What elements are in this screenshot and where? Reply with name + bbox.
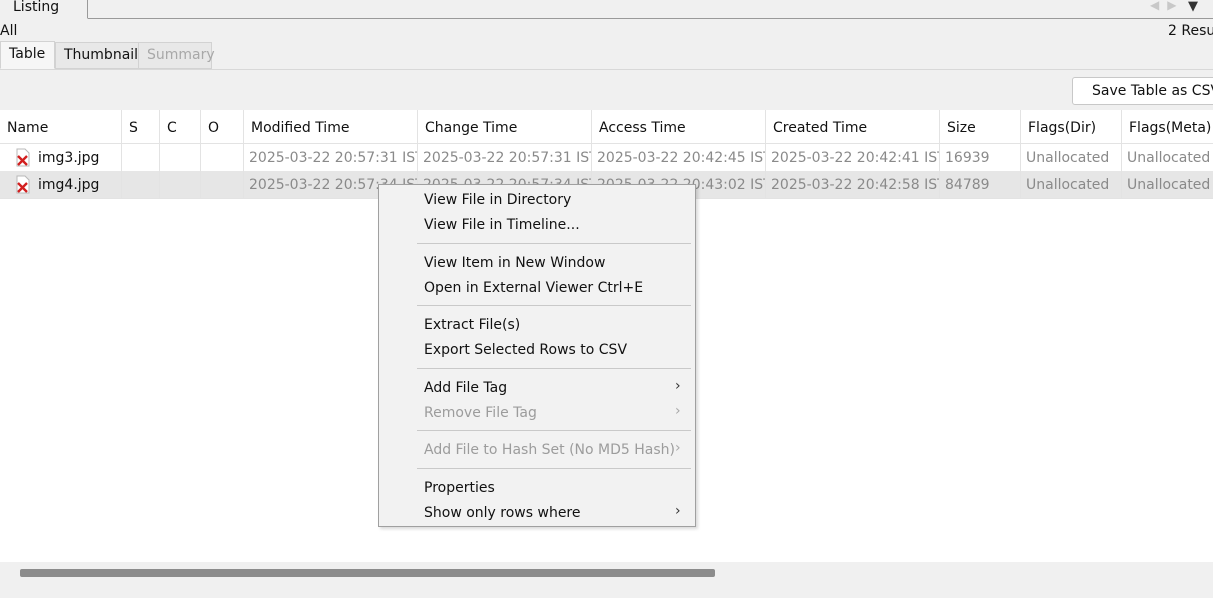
cell-flags-dir: Unallocated <box>1021 171 1122 198</box>
tab-table[interactable]: Table <box>0 41 55 69</box>
cell-created-time: 2025-03-22 20:42:41 IST <box>766 144 940 171</box>
nav-forward-icon[interactable]: ▶ <box>1167 0 1176 12</box>
menu-separator <box>417 243 691 244</box>
menu-separator <box>417 368 691 369</box>
menu-separator <box>417 430 691 431</box>
save-table-csv-button[interactable]: Save Table as CSV <box>1072 77 1213 105</box>
cell-comment <box>160 144 201 171</box>
menu-separator <box>417 305 691 306</box>
submenu-arrow-icon: › <box>675 503 681 519</box>
scrollbar-track <box>0 562 1213 598</box>
menu-separator <box>417 468 691 469</box>
deleted-file-icon <box>16 148 30 167</box>
filter-label: All <box>0 23 18 39</box>
cell-comment <box>160 171 201 198</box>
column-header-created-time[interactable]: Created Time <box>766 110 940 144</box>
tab-summary: Summary <box>138 42 215 69</box>
tab-strip-border <box>88 18 1213 19</box>
menu-item-properties[interactable]: Properties <box>424 480 495 496</box>
file-name: img3.jpg <box>38 150 100 166</box>
cell-flags-meta: Unallocated <box>1122 171 1213 198</box>
tab-listing[interactable]: Listing <box>0 0 88 19</box>
tab-dropdown-icon[interactable]: ▼ <box>1188 0 1198 14</box>
menu-item-remove-file-tag: Remove File Tag <box>424 405 537 421</box>
nav-back-icon[interactable]: ◀ <box>1150 0 1159 12</box>
horizontal-scrollbar-thumb[interactable] <box>20 569 715 577</box>
column-header-score[interactable]: S <box>122 110 160 144</box>
file-name: img4.jpg <box>38 177 100 193</box>
cell-size: 16939 <box>940 144 1021 171</box>
cell-occurrences <box>201 171 244 198</box>
cell-flags-dir: Unallocated <box>1021 144 1122 171</box>
tab-divider <box>0 69 1213 70</box>
cell-score <box>122 171 160 198</box>
column-header-occurrences[interactable]: O <box>201 110 244 144</box>
column-header-access-time[interactable]: Access Time <box>592 110 766 144</box>
cell-size: 84789 <box>940 171 1021 198</box>
menu-item-view-in-new-window[interactable]: View Item in New Window <box>424 255 605 271</box>
column-header-size[interactable]: Size <box>940 110 1021 144</box>
menu-item-add-file-tag[interactable]: Add File Tag <box>424 380 507 396</box>
submenu-arrow-icon: › <box>675 378 681 394</box>
cell-flags-meta: Unallocated <box>1122 144 1213 171</box>
cell-created-time: 2025-03-22 20:42:58 IST <box>766 171 940 198</box>
column-header-flags-dir[interactable]: Flags(Dir) <box>1021 110 1122 144</box>
column-header-modified-time[interactable]: Modified Time <box>244 110 418 144</box>
column-header-change-time[interactable]: Change Time <box>418 110 592 144</box>
cell-access-time: 2025-03-22 20:42:45 IST <box>592 144 766 171</box>
cell-score <box>122 144 160 171</box>
menu-item-export-rows-csv[interactable]: Export Selected Rows to CSV <box>424 342 627 358</box>
menu-item-view-file-in-directory[interactable]: View File in Directory <box>424 192 571 208</box>
menu-item-show-only-rows-where[interactable]: Show only rows where <box>424 505 581 521</box>
table-row[interactable]: img3.jpg 2025-03-22 20:57:31 IST 2025-03… <box>0 144 1213 171</box>
tab-thumbnail[interactable]: Thumbnail <box>55 42 139 69</box>
deleted-file-icon <box>16 175 30 194</box>
menu-item-extract-files[interactable]: Extract File(s) <box>424 317 520 333</box>
column-header-flags-meta[interactable]: Flags(Meta) <box>1122 110 1213 144</box>
menu-item-open-external-viewer[interactable]: Open in External Viewer Ctrl+E <box>424 280 643 296</box>
menu-item-add-to-hash-set: Add File to Hash Set (No MD5 Hash) <box>424 442 676 458</box>
cell-occurrences <box>201 144 244 171</box>
context-menu: View File in Directory View File in Time… <box>378 184 696 527</box>
result-count: 2 Results <box>1168 23 1213 39</box>
submenu-arrow-icon: › <box>675 440 681 456</box>
column-header-name[interactable]: Name <box>0 110 122 144</box>
cell-modified-time: 2025-03-22 20:57:31 IST <box>244 144 418 171</box>
menu-item-view-file-in-timeline[interactable]: View File in Timeline... <box>424 217 580 233</box>
cell-change-time: 2025-03-22 20:57:31 IST <box>418 144 592 171</box>
submenu-arrow-icon: › <box>675 403 681 419</box>
column-header-comment[interactable]: C <box>160 110 201 144</box>
tab-nav-arrows: ◀ ▶ <box>1150 0 1184 12</box>
